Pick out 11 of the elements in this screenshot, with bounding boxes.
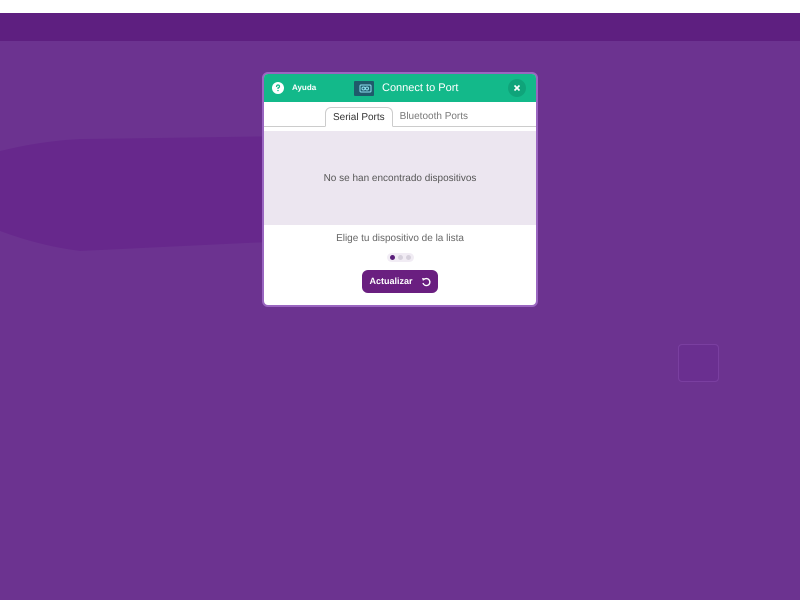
close-icon [513,84,521,92]
refresh-button[interactable]: Actualizar [362,270,438,293]
dialog-title: Connect to Port [382,81,458,96]
hint-text: Elige tu dispositivo de la lista [336,232,464,246]
port-tab[interactable]: Serial Ports [324,107,393,127]
help-icon[interactable] [272,82,284,94]
board-icon [354,80,374,96]
refresh-icon [420,276,430,286]
close-button[interactable] [508,79,526,97]
empty-message: No se han encontrado dispositivos [324,172,476,186]
port-tab[interactable]: Bluetooth Ports [392,106,476,126]
